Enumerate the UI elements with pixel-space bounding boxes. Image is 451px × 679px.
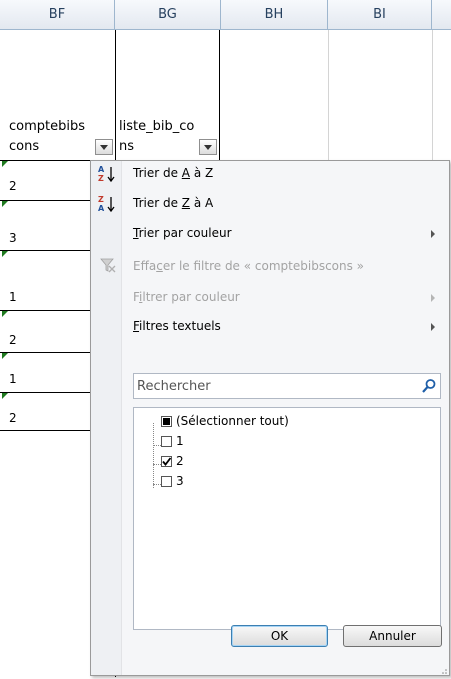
menu-label: Trier de <box>133 166 182 180</box>
column-header-bg[interactable]: BG <box>115 0 221 30</box>
menu-label: er le filtre de « comptebibscons » <box>162 259 365 273</box>
tree-line <box>153 445 161 446</box>
row-border <box>0 250 90 251</box>
menu-label: à A <box>190 196 214 210</box>
menu-accel: A <box>181 166 190 180</box>
menu-label: iltres textuels <box>139 319 221 333</box>
cell-value[interactable]: 2 <box>9 333 17 347</box>
chevron-down-icon <box>204 144 212 150</box>
svg-text:A: A <box>98 204 105 213</box>
row-border <box>0 200 90 201</box>
column-header-bf[interactable]: BF <box>0 0 115 30</box>
header-cell-bf-line1[interactable]: comptebibs <box>9 119 85 134</box>
submenu-arrow-icon <box>431 323 435 331</box>
select-all-checkbox[interactable] <box>161 416 172 427</box>
sort-za-icon: Z A <box>98 195 118 213</box>
menu-accel: c <box>156 259 163 273</box>
error-indicator-icon <box>2 201 8 207</box>
row-border <box>0 352 90 353</box>
cell-value[interactable]: 1 <box>9 290 17 304</box>
value-label-3[interactable]: 3 <box>176 474 184 488</box>
row-border <box>0 310 90 311</box>
menu-item-sort-by-color[interactable]: Trier par couleur <box>133 226 232 240</box>
cell-value[interactable]: 3 <box>9 231 17 245</box>
cancel-button[interactable]: Annuler <box>343 625 442 647</box>
submenu-arrow-icon <box>431 294 435 302</box>
header-cell-bg-line1[interactable]: liste_bib_co <box>119 119 194 134</box>
sort-az-icon: A Z <box>98 165 118 183</box>
search-icon[interactable] <box>421 378 437 394</box>
column-header-bi[interactable]: BI <box>328 0 432 30</box>
error-indicator-icon <box>2 393 8 399</box>
menu-item-sort-za[interactable]: Trier de Z à A <box>133 196 213 210</box>
ok-button[interactable]: OK <box>231 625 328 647</box>
chevron-down-icon <box>100 144 108 150</box>
value-label-2[interactable]: 2 <box>176 454 184 468</box>
tree-line <box>153 464 161 465</box>
menu-accel: Z <box>181 196 191 210</box>
tree-line <box>153 484 161 485</box>
menu-item-clear-filter: Effacer le filtre de « comptebibscons » <box>133 259 364 273</box>
filter-dropdown-button-bg[interactable] <box>199 139 217 155</box>
error-indicator-icon <box>2 251 8 257</box>
value-label-1[interactable]: 1 <box>176 434 184 448</box>
select-all-label[interactable]: (Sélectionner tout) <box>176 414 289 428</box>
error-indicator-icon <box>2 161 8 167</box>
filter-value-list[interactable]: (Sélectionner tout) 1 2 3 <box>133 407 441 630</box>
column-header-bh[interactable]: BH <box>221 0 328 30</box>
menu-item-sort-az[interactable]: Trier de A à Z <box>133 166 213 180</box>
value-checkbox-2[interactable] <box>161 456 172 467</box>
menu-label: rier par couleur <box>138 226 232 240</box>
cell-value[interactable]: 2 <box>9 179 17 193</box>
column-border <box>219 30 220 160</box>
filter-dropdown-button-bf[interactable] <box>95 139 113 155</box>
clear-filter-icon <box>100 257 116 273</box>
value-checkbox-1[interactable] <box>161 436 172 447</box>
column-gridline <box>328 30 329 160</box>
menu-label: ltrer par couleur <box>142 290 240 304</box>
column-header-next[interactable] <box>432 0 451 30</box>
svg-text:A: A <box>98 165 105 174</box>
row-border <box>0 392 90 393</box>
menu-label: Effa <box>133 259 157 273</box>
svg-text:Z: Z <box>98 174 104 183</box>
column-gridline <box>432 30 433 160</box>
error-indicator-icon <box>2 353 8 359</box>
menu-item-filter-by-color: Filtrer par couleur <box>133 290 240 304</box>
svg-text:Z: Z <box>98 195 104 204</box>
search-input[interactable]: Rechercher <box>133 373 441 399</box>
row-border <box>0 430 90 431</box>
checkmark-icon <box>162 457 172 466</box>
indeterminate-mark-icon <box>163 418 170 425</box>
cell-value[interactable]: 2 <box>9 411 17 425</box>
submenu-arrow-icon <box>431 230 435 238</box>
menu-label: à Z <box>190 166 214 180</box>
resize-grip-icon[interactable] <box>439 665 447 674</box>
tree-line <box>153 423 154 488</box>
header-cell-bf-line2[interactable]: cons <box>9 139 39 154</box>
header-cell-bg-line2[interactable]: ns <box>119 139 134 154</box>
menu-label: Trier de <box>133 196 182 210</box>
search-placeholder: Rechercher <box>137 378 211 394</box>
cell-value[interactable]: 1 <box>9 372 17 386</box>
error-indicator-icon <box>2 311 8 317</box>
menu-item-text-filters[interactable]: Filtres textuels <box>133 319 221 333</box>
autofilter-menu: A Z Trier de A à Z Z A Trier de Z à A Tr… <box>90 160 450 676</box>
value-checkbox-3[interactable] <box>161 476 172 487</box>
menu-icon-gutter <box>91 161 122 675</box>
